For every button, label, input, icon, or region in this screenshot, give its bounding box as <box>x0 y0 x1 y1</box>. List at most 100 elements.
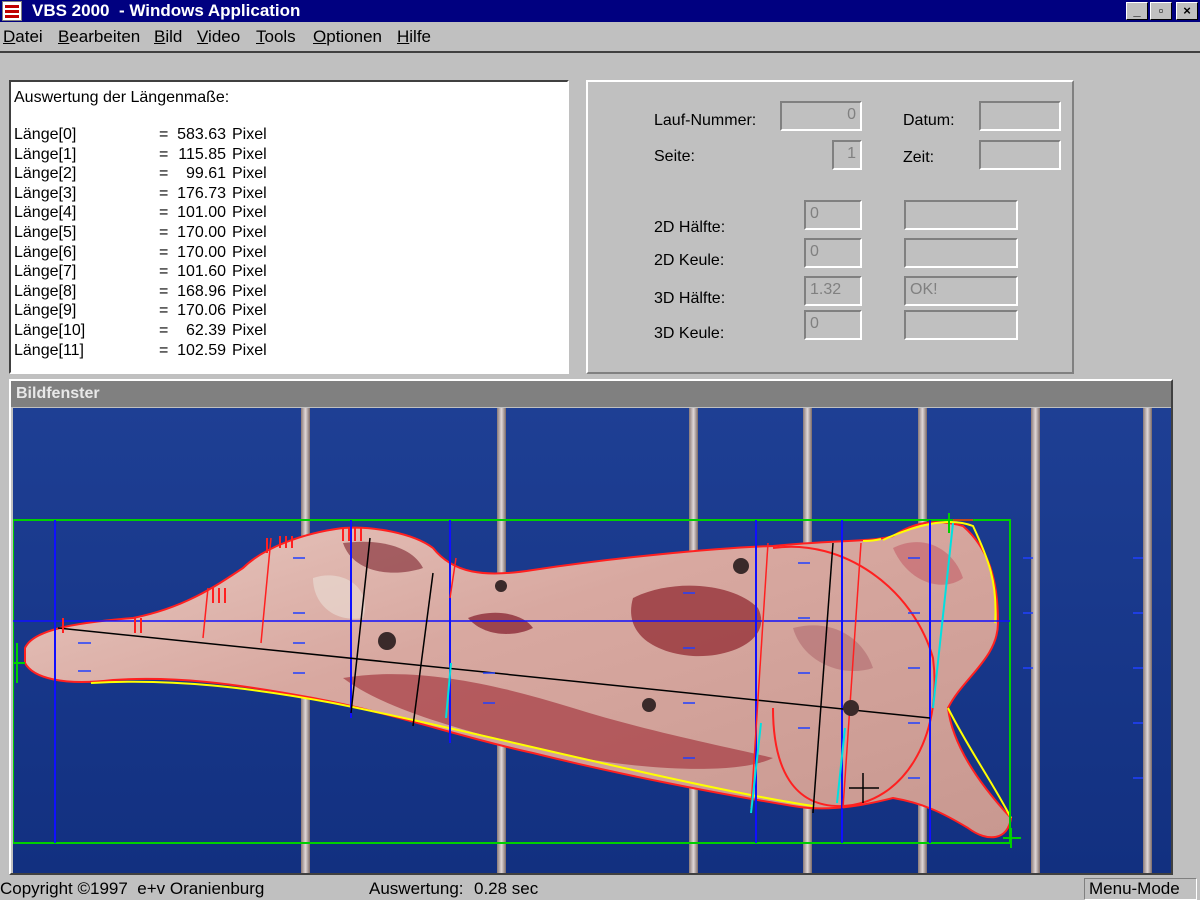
length-unit: Pixel <box>232 322 267 339</box>
equals-sign: = <box>159 341 169 359</box>
haelfte-2d-status-field[interactable] <box>904 200 1018 230</box>
seite-field[interactable]: 1 <box>832 140 862 170</box>
lauf-nummer-field[interactable]: 0 <box>780 101 862 131</box>
length-label: Länge[11] <box>14 341 84 359</box>
menu-optionen[interactable]: Optionen <box>313 27 382 47</box>
length-label: Länge[8] <box>14 282 77 300</box>
length-label: Länge[0] <box>14 126 77 143</box>
length-row: Länge[10] = 62.39 Pixel <box>14 322 554 342</box>
measurement-overlay <box>13 408 1171 873</box>
results-title: Auswertung der Längenmaße: <box>14 89 230 106</box>
length-unit: Pixel <box>232 204 267 222</box>
length-value: 170.00 <box>177 224 226 241</box>
length-results-panel[interactable]: Auswertung der Längenmaße: Länge[0] = 583.… <box>9 80 569 374</box>
window-title: VBS 2000 - Windows Application <box>32 1 301 20</box>
length-row: Länge[2] = 99.61 Pixel <box>14 165 554 185</box>
equals-sign: = <box>159 243 169 261</box>
length-row: Länge[4] = 101.00 Pixel <box>14 204 554 224</box>
app-icon[interactable] <box>2 1 22 21</box>
close-button[interactable]: × <box>1176 2 1198 20</box>
length-unit: Pixel <box>232 126 267 143</box>
zeit-field[interactable] <box>979 140 1061 170</box>
menu-bild[interactable]: Bild <box>154 27 182 47</box>
length-unit: Pixel <box>232 282 267 300</box>
seite-label: Seite: <box>654 148 695 165</box>
length-row: Länge[11] = 102.59 Pixel <box>14 342 554 362</box>
evaluation-label: Auswertung: <box>369 879 464 898</box>
length-row: Länge[6] = 170.00 Pixel <box>14 244 554 264</box>
keule-2d-field[interactable]: 0 <box>804 238 862 268</box>
haelfte-3d-status-field[interactable]: OK! <box>904 276 1018 306</box>
haelfte-2d-field[interactable]: 0 <box>804 200 862 230</box>
menu-bearbeiten[interactable]: Bearbeiten <box>58 27 140 47</box>
length-unit: Pixel <box>232 165 267 183</box>
length-value: 115.85 <box>178 145 226 163</box>
dark-spot <box>843 700 859 716</box>
dark-spot <box>733 558 749 574</box>
haelfte-3d-field[interactable]: 1.32 <box>804 276 862 306</box>
equals-sign: = <box>159 302 169 320</box>
minimize-button[interactable]: _ <box>1126 2 1148 20</box>
length-row: Länge[3] = 176.73 Pixel <box>14 185 554 205</box>
length-row: Länge[0] = 583.63 Pixel <box>14 126 554 146</box>
menu-hilfe[interactable]: Hilfe <box>397 27 431 47</box>
length-value: 170.06 <box>177 302 226 320</box>
application-window: VBS 2000 - Windows Application _ ▫ × Dat… <box>0 0 1200 900</box>
haelfte-3d-label: 3D Hälfte: <box>654 290 726 307</box>
datum-field[interactable] <box>979 101 1061 131</box>
equals-sign: = <box>159 263 169 281</box>
equals-sign: = <box>159 145 169 163</box>
keule-3d-status-field[interactable] <box>904 310 1018 340</box>
length-value: 62.39 <box>185 322 226 339</box>
menu-video[interactable]: Video <box>197 27 240 47</box>
zeit-label: Zeit: <box>903 149 935 166</box>
length-value: 101.60 <box>177 263 226 281</box>
menu-datei[interactable]: Datei <box>3 27 43 47</box>
restore-button[interactable]: ▫ <box>1150 2 1172 20</box>
keule-2d-status-field[interactable] <box>904 238 1018 268</box>
keule-3d-field[interactable]: 0 <box>804 310 862 340</box>
image-window-title[interactable]: Bildfenster <box>11 381 1171 407</box>
keule-2d-label: 2D Keule: <box>654 252 725 269</box>
length-label: Länge[6] <box>14 243 77 261</box>
length-unit: Pixel <box>232 243 267 261</box>
length-row: Länge[9] = 170.06 Pixel <box>14 302 554 322</box>
carcass-image[interactable] <box>13 408 1171 873</box>
equals-sign: = <box>159 165 169 183</box>
equals-sign: = <box>159 322 169 339</box>
info-panel: Lauf-Nummer: 0 Datum: Seite: 1 Zeit: 2D … <box>586 80 1074 374</box>
length-value: 176.73 <box>177 184 226 202</box>
equals-sign: = <box>159 204 169 222</box>
length-label: Länge[2] <box>14 165 77 183</box>
dark-spot <box>495 580 507 592</box>
length-unit: Pixel <box>232 145 267 163</box>
copyright-text: Copyright ©1997 e+v Oranienburg <box>0 879 265 898</box>
length-label: Länge[3] <box>14 184 77 202</box>
image-window: Bildfenster <box>9 379 1173 875</box>
length-label: Länge[7] <box>14 263 77 281</box>
equals-sign: = <box>159 126 169 143</box>
length-value: 170.00 <box>177 243 226 261</box>
length-label: Länge[1] <box>14 145 77 163</box>
length-value: 583.63 <box>177 126 226 143</box>
equals-sign: = <box>159 224 169 241</box>
rod <box>1143 408 1152 873</box>
title-bar[interactable]: VBS 2000 - Windows Application _ ▫ × <box>0 0 1200 22</box>
keule-3d-label: 3D Keule: <box>654 325 725 342</box>
length-unit: Pixel <box>232 341 267 359</box>
length-unit: Pixel <box>232 263 267 281</box>
menu-tools[interactable]: Tools <box>256 27 296 47</box>
rod <box>1031 408 1040 873</box>
length-value: 168.96 <box>177 282 226 300</box>
datum-label: Datum: <box>903 112 955 129</box>
length-unit: Pixel <box>232 302 267 320</box>
length-value: 99.61 <box>185 165 226 183</box>
dark-spot <box>642 698 656 712</box>
length-label: Länge[4] <box>14 204 77 222</box>
length-row: Länge[1] = 115.85 Pixel <box>14 146 554 166</box>
length-label: Länge[9] <box>14 302 77 320</box>
evaluation-time: 0.28 sec <box>474 879 539 898</box>
equals-sign: = <box>159 184 169 202</box>
dark-spot <box>378 632 396 650</box>
status-bar: Copyright ©1997 e+v Oranienburg Auswertu… <box>0 877 1200 900</box>
